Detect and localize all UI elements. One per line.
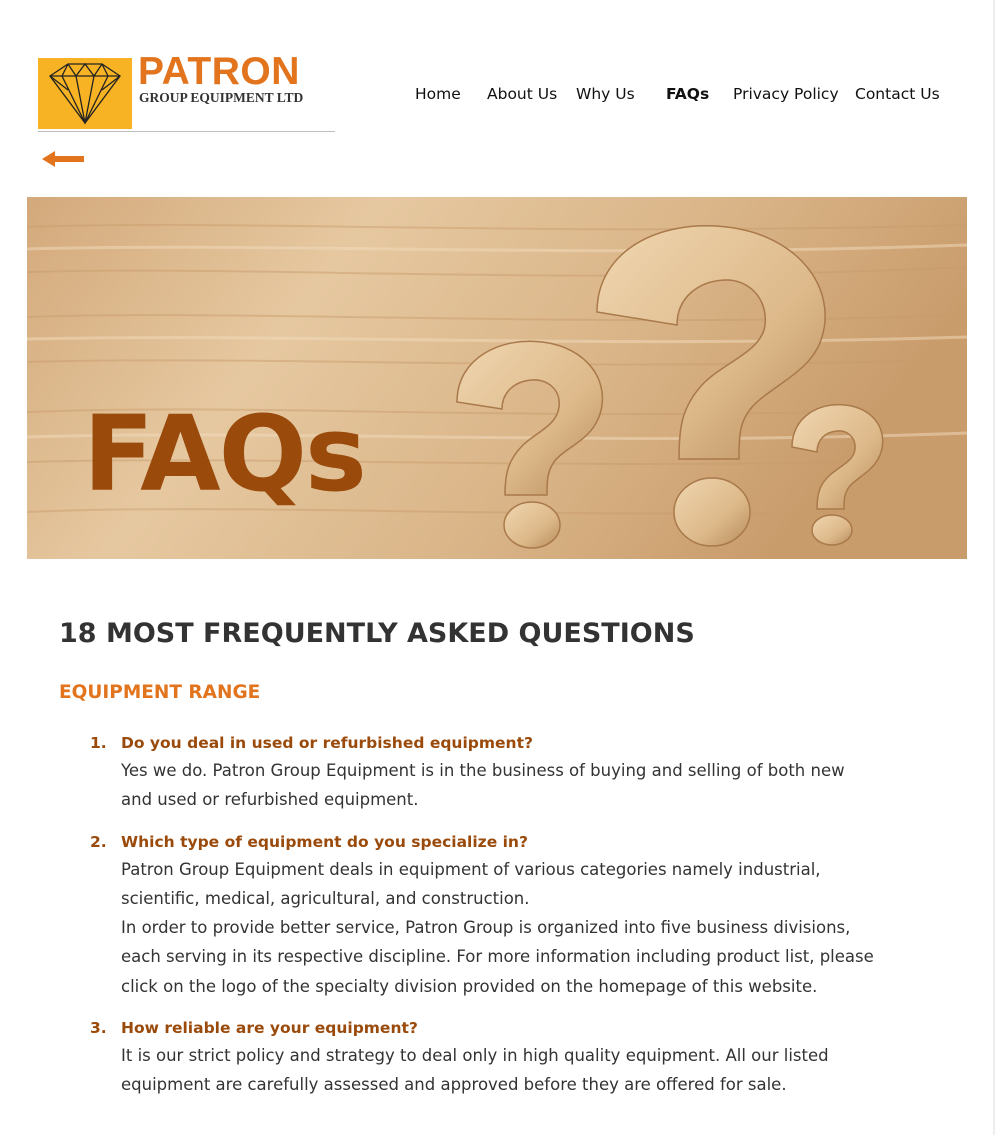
brand-name: PATRON (138, 50, 300, 93)
logo-emblem (38, 58, 132, 129)
faq-answer-paragraph: It is our strict policy and strategy to … (121, 1046, 829, 1095)
faq-answer-paragraph: Patron Group Equipment deals in equipmen… (121, 859, 821, 908)
faq-answer-paragraph: Yes we do. Patron Group Equipment is in … (121, 761, 845, 810)
faq-number: 3. (90, 1019, 107, 1038)
diamond-icon (49, 62, 121, 125)
back-button[interactable] (42, 150, 86, 168)
brand-subtitle: GROUP EQUIPMENT LTD (139, 90, 304, 105)
faq-answer: It is our strict policy and strategy to … (121, 1041, 880, 1100)
faq-answer: Patron Group Equipment deals in equipmen… (121, 855, 880, 1001)
faq-question: Do you deal in used or refurbished equip… (121, 734, 533, 752)
faq-item: 2. Which type of equipment do you specia… (90, 829, 880, 1001)
faq-answer-paragraph: In order to provide better service, Patr… (121, 918, 874, 996)
hero-banner: FAQs (27, 197, 967, 559)
logo[interactable]: PATRON GROUP EQUIPMENT LTD (38, 50, 336, 132)
nav-home[interactable]: Home (415, 84, 461, 104)
nav-about-us[interactable]: About Us (487, 84, 557, 104)
faq-question: Which type of equipment do you specializ… (121, 832, 528, 851)
nav-privacy-policy[interactable]: Privacy Policy (733, 84, 839, 104)
nav-why-us[interactable]: Why Us (576, 84, 635, 104)
header-divider (38, 131, 335, 132)
nav-contact-us[interactable]: Contact Us (855, 84, 940, 104)
faq-item: 1. Do you deal in used or refurbished eq… (90, 730, 880, 815)
section-heading: EQUIPMENT RANGE (59, 682, 261, 703)
faq-item: 3. How reliable are your equipment? It i… (90, 1015, 880, 1100)
hero-title: FAQs (83, 393, 367, 515)
arrow-left-icon (42, 151, 84, 167)
faq-number: 1. (90, 734, 107, 752)
page-heading: 18 MOST FREQUENTLY ASKED QUESTIONS (59, 618, 695, 649)
nav-faqs[interactable]: FAQs (666, 84, 709, 104)
faq-question: How reliable are your equipment? (121, 1019, 418, 1038)
faq-answer: Yes we do. Patron Group Equipment is in … (121, 756, 880, 815)
faq-list: 1. Do you deal in used or refurbished eq… (90, 730, 880, 1114)
faq-number: 2. (90, 832, 107, 851)
